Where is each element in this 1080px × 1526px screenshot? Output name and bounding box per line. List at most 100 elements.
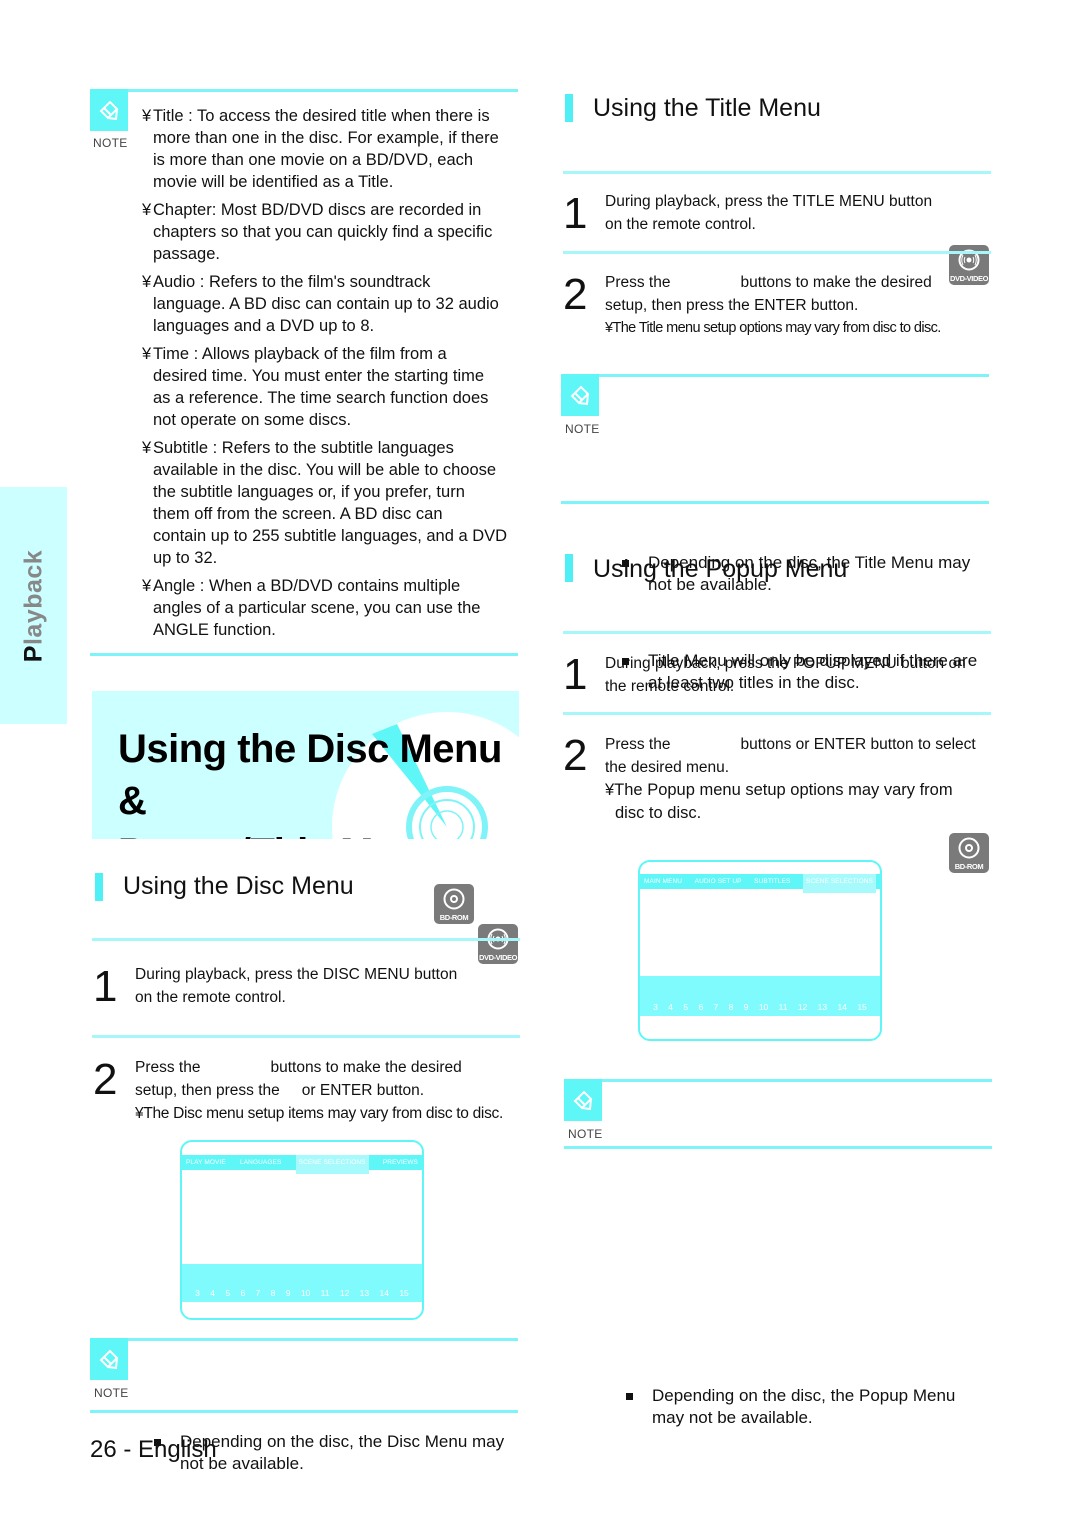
note-list-item: ¥ Audio : Refers to the film's soundtrack… <box>142 273 499 335</box>
screen-menu-bar: PLAY MOVIE LANGUAGES SCENE SELECTIONS PREVI… <box>182 1155 422 1174</box>
chapter-number: 4 <box>668 1002 673 1012</box>
page-number: 26 - English <box>90 1436 217 1463</box>
chapter-number: 7 <box>713 1002 719 1012</box>
step-number: 2 <box>563 270 588 319</box>
chapter-number: 14 <box>379 1288 389 1298</box>
note-label: NOTE <box>565 422 600 436</box>
bullet-glyph: ¥ <box>142 439 152 457</box>
chapter-number: 8 <box>270 1288 276 1298</box>
bullet-square <box>626 1393 633 1400</box>
chapter-number: 9 <box>285 1288 291 1298</box>
section-marker <box>565 94 573 122</box>
screen-menu-item: AUDIO SET UP <box>694 878 742 885</box>
screen-menu-item: SUBTITLES <box>754 878 791 885</box>
step-text: Press the buttons to make the desired set… <box>605 274 941 336</box>
chapter-number: 9 <box>743 1002 749 1012</box>
screen-menu-item: SCENE SELECTIONS <box>803 874 876 893</box>
chapter-number: 10 <box>300 1288 311 1298</box>
step-number: 1 <box>93 962 118 1011</box>
section-marker <box>565 554 573 582</box>
step-number: 1 <box>563 650 588 699</box>
chapter-number: 8 <box>728 1002 734 1012</box>
section-marker <box>95 873 103 901</box>
disc-menu-screen-illustration: PLAY MOVIE LANGUAGES SCENE SELECTIONS PREVI… <box>180 1140 424 1320</box>
dvd-video-badge-icon: DVD-VIDEO <box>478 924 518 964</box>
screen-menu-item: PREVIEWS <box>382 1159 418 1166</box>
note-pencil-icon <box>90 89 128 131</box>
chapter-number: 11 <box>320 1288 330 1298</box>
section-tab-playback: Playback <box>0 487 67 724</box>
chapter-number: 12 <box>797 1002 808 1012</box>
section-title-disc-menu: Using the Disc Menu <box>123 872 354 900</box>
step-text: During playback, press the TITLE MENU bu… <box>605 193 933 233</box>
chapter-number: 10 <box>758 1002 769 1012</box>
step-number: 2 <box>563 731 588 780</box>
bd-rom-badge-icon: BD-ROM <box>434 884 474 924</box>
divider <box>564 1079 992 1082</box>
chapter-number: 6 <box>698 1002 704 1012</box>
chapter-number: 13 <box>359 1288 370 1298</box>
chapter-number: 15 <box>399 1288 409 1298</box>
screen-chapter-band: 3 4 5 6 7 8 9 10 11 12 13 14 15 <box>182 1264 422 1302</box>
popup-menu-screen-illustration: MAIN MENU AUDIO SET UP SUBTITLES SCENE SELE… <box>638 860 882 1041</box>
chapter-number: 6 <box>240 1288 246 1298</box>
bullet-glyph: ¥ <box>142 345 152 363</box>
chapter-number: 4 <box>210 1288 215 1298</box>
divider <box>563 171 991 174</box>
screen-chapter-band: 3 4 5 6 7 8 9 10 11 12 13 14 15 <box>640 976 880 1016</box>
bullet-glyph: ¥ <box>142 577 152 595</box>
note-list-item: ¥ Chapter: Most BD/DVD discs are recorded… <box>142 201 493 263</box>
chapter-numbers: 3 4 5 6 7 8 9 10 11 12 13 14 15 <box>640 1002 880 1012</box>
note-list-item: ¥ Subtitle : Refers to the subtitle langu… <box>142 439 508 567</box>
note-label: NOTE <box>568 1127 603 1141</box>
chapter-title-banner: Using the Disc Menu & Popup/Title Menu <box>92 691 519 839</box>
note-label: NOTE <box>94 1386 129 1400</box>
page-title: Using the Disc Menu & Popup/Title Menu <box>118 727 502 839</box>
section-title-popup-menu: Using the Popup Menu <box>593 555 848 583</box>
divider <box>561 501 989 504</box>
note-pencil-icon <box>564 1079 602 1121</box>
chapter-number: 13 <box>817 1002 828 1012</box>
divider <box>561 374 989 377</box>
chapter-number: 11 <box>778 1002 788 1012</box>
screen-menu-item: LANGUAGES <box>240 1159 282 1166</box>
step-text: During playback, press the DISC MENU but… <box>135 966 458 1006</box>
note-item: Depending on the disc, the Popup Menu ma… <box>626 1385 996 1429</box>
note-list-item: ¥ Angle : When a BD/DVD contains multiple… <box>142 577 481 639</box>
divider <box>563 251 991 254</box>
screen-menu-item: SCENE SELECTIONS <box>295 1155 369 1174</box>
note-list-item: ¥ Title : To access the desired title whe… <box>142 107 499 191</box>
divider <box>563 631 991 634</box>
divider <box>564 1146 992 1149</box>
divider <box>90 653 518 656</box>
chapter-number: 12 <box>339 1288 350 1298</box>
note-list-item: ¥ Time : Allows playback of the film from… <box>142 345 489 429</box>
step-text: During playback, press the POPUP MENU bu… <box>605 655 966 695</box>
divider <box>92 1035 520 1038</box>
screen-menu-bar: MAIN MENU AUDIO SET UP SUBTITLES SCENE SELE… <box>640 874 880 893</box>
step-number: 1 <box>563 189 588 238</box>
chapter-numbers: 3 4 5 6 7 8 9 10 11 12 13 14 15 <box>182 1288 422 1298</box>
divider <box>92 938 520 941</box>
step-text: Press the buttons to make the desired set… <box>135 1059 503 1122</box>
note-label: NOTE <box>93 136 128 150</box>
intro-note-list: ¥ Title : To access the desired title whe… <box>130 105 525 647</box>
bullet-glyph: ¥ <box>142 201 152 219</box>
bullet-glyph: ¥ <box>142 107 152 125</box>
chapter-number: 14 <box>837 1002 847 1012</box>
bd-rom-badge-icon: BD-ROM <box>949 833 989 873</box>
divider <box>90 1338 518 1341</box>
note-pencil-icon <box>561 374 599 416</box>
bullet-glyph: ¥ <box>142 273 152 291</box>
chapter-number: 15 <box>857 1002 867 1012</box>
chapter-number: 3 <box>653 1002 658 1012</box>
divider <box>90 89 518 92</box>
chapter-number: 5 <box>225 1288 231 1298</box>
note-pencil-icon <box>90 1338 128 1380</box>
divider <box>90 1410 518 1413</box>
chapter-number: 3 <box>195 1288 200 1298</box>
screen-menu-item: MAIN MENU <box>644 878 683 885</box>
divider <box>563 712 991 715</box>
screen-menu-item: PLAY MOVIE <box>186 1159 226 1166</box>
step-text: Press the buttons or ENTER button to sele… <box>605 736 976 822</box>
